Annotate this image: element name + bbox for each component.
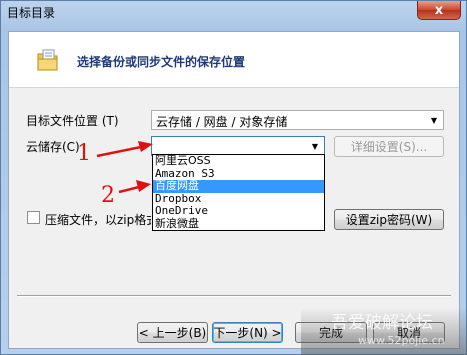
- watermark-line-2: www.52pojie.cn: [358, 334, 445, 347]
- annotation-number-1: 1: [77, 141, 91, 166]
- chevron-down-icon: ▼: [430, 115, 438, 125]
- watermark-line-1: 吾爱破解论坛: [331, 313, 433, 333]
- annotation-number-2: 2: [101, 183, 115, 208]
- dialog-client-area: 选择备份或同步文件的保存位置 目标文件位置 (T) 云存储 / 网盘 / 对象存…: [8, 31, 460, 349]
- cloud-storage-select[interactable]: ▼: [151, 136, 325, 156]
- title-bar[interactable]: 目标目录 x: [1, 1, 466, 23]
- dropdown-option-onedrive[interactable]: OneDrive: [153, 204, 324, 218]
- dropdown-option-aliyun[interactable]: 阿里云OSS: [153, 154, 324, 168]
- window-title: 目标目录: [7, 6, 56, 20]
- folder-document-icon: [37, 49, 58, 71]
- close-button[interactable]: x: [417, 1, 461, 20]
- target-location-value: 云存储 / 网盘 / 对象存储: [156, 115, 288, 129]
- dropdown-option-baidu[interactable]: 百度网盘: [153, 179, 324, 193]
- cloud-storage-dropdown[interactable]: 阿里云OSS Amazon S3 百度网盘 Dropbox OneDrive 新…: [152, 154, 325, 231]
- chevron-down-icon: ▼: [311, 141, 319, 151]
- header-band: 选择备份或同步文件的保存位置: [9, 32, 459, 88]
- dropdown-option-sina[interactable]: 新浪微盘: [153, 217, 324, 231]
- close-icon: x: [434, 2, 444, 18]
- compress-label: 压缩文件，以zip格式: [45, 213, 151, 227]
- target-location-label: 目标文件位置 (T): [26, 114, 119, 128]
- header-title: 选择备份或同步文件的保存位置: [77, 55, 246, 69]
- compress-checkbox[interactable]: [27, 211, 40, 224]
- details-button[interactable]: 详细设置(S)...: [334, 136, 444, 157]
- target-location-select[interactable]: 云存储 / 网盘 / 对象存储 ▼: [151, 110, 444, 130]
- cloud-storage-label: 云储存(C): [26, 140, 80, 154]
- next-button[interactable]: 下一步(N) >: [212, 322, 283, 343]
- prev-button[interactable]: < 上一步(B): [137, 322, 208, 343]
- separator-line: [17, 295, 451, 297]
- dialog-window: 目标目录 x 选择备份或同步文件的保存位置 目标文件位置 (T) 云存储 / 网…: [0, 0, 467, 355]
- set-zip-password-button[interactable]: 设置zip密码(W): [334, 209, 444, 230]
